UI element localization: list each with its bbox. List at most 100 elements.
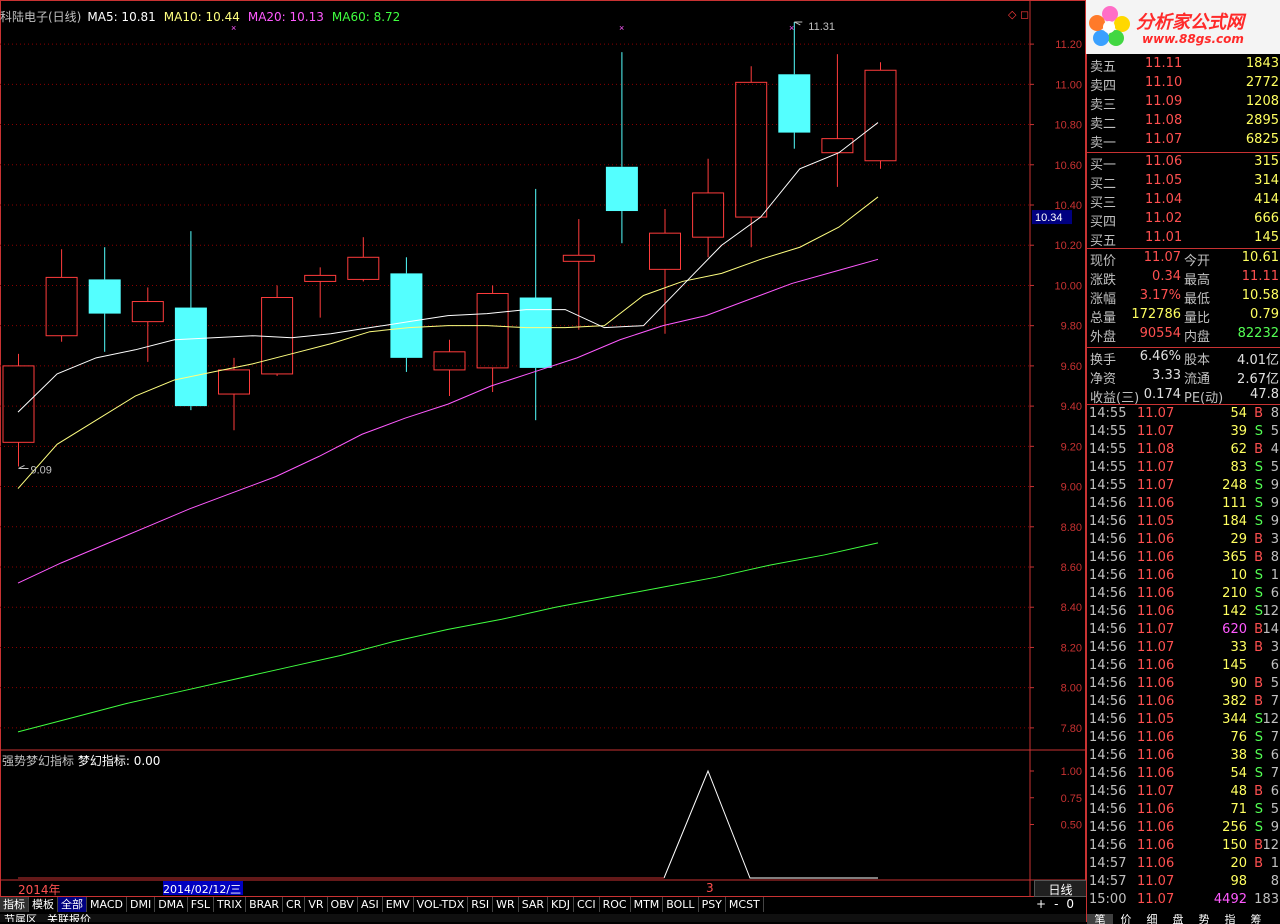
indicator-tab-dma[interactable]: DMA [155, 897, 188, 912]
indicator-tab-sar[interactable]: SAR [518, 897, 549, 912]
tick-row: 14:56 11.06 142 S 12 [1087, 604, 1280, 622]
indicator-tab-全部[interactable]: 全部 [58, 897, 87, 912]
candle-body [218, 369, 250, 395]
year-label: 2014年 [18, 883, 61, 897]
quote-tab[interactable]: 笔 [1087, 914, 1113, 924]
stat-value: 0.34 [1152, 269, 1181, 284]
tick-volume: 111 [1222, 496, 1247, 511]
ask-row: 卖三 11.09 1208 [1087, 94, 1280, 113]
price-tick-label: 10.20 [1054, 240, 1082, 252]
tick-time: 15:00 [1089, 892, 1127, 907]
quote-tabs: 笔价细盘势指筹 [1087, 914, 1280, 924]
ma60-line [17, 542, 879, 733]
indicator-tick-label: 0.75 [1061, 793, 1082, 805]
stat-label-2: 流通 [1184, 372, 1211, 387]
price-tick-label: 9.00 [1061, 482, 1082, 494]
tick-time: 14:55 [1089, 406, 1127, 421]
indicator-tab-kdj[interactable]: KDJ [548, 897, 574, 912]
tick-volume: 83 [1230, 460, 1247, 475]
stat-value-2: 47.8 [1250, 387, 1279, 402]
indicator-title: 强势梦幻指标 [2, 754, 75, 768]
indicator-tab-boll[interactable]: BOLL [663, 897, 699, 912]
indicator-tab-vol-tdx[interactable]: VOL-TDX [413, 897, 469, 912]
candle-body [519, 297, 552, 368]
tick-volume: 54 [1230, 406, 1247, 421]
tick-count: 12 [1262, 604, 1279, 619]
tick-flag: S [1254, 586, 1263, 601]
indicator-tab-指标[interactable]: 指标 [0, 897, 29, 912]
indicator-tab-dmi[interactable]: DMI [126, 897, 156, 912]
indicator-tab-brar[interactable]: BRAR [246, 897, 284, 912]
zoom-reset-button[interactable]: 0 [1066, 897, 1074, 911]
zoom-in-button[interactable]: + [1036, 897, 1046, 911]
quote-price: 11.02 [1145, 211, 1183, 226]
quote-label: 买一 [1090, 158, 1117, 173]
quote-tab[interactable]: 价 [1113, 914, 1139, 924]
tick-time: 14:56 [1089, 676, 1127, 691]
price-chart[interactable]: 11.2011.0010.8010.6010.4010.2010.009.809… [0, 0, 1086, 897]
quote-price: 11.11 [1145, 56, 1183, 71]
tick-time: 14:56 [1089, 784, 1127, 799]
indicator-tab-cci[interactable]: CCI [573, 897, 600, 912]
quote-tab[interactable]: 指 [1217, 914, 1243, 924]
bottom-tab-1[interactable]: 关联报价 [47, 914, 91, 922]
indicator-tab-asi[interactable]: ASI [357, 897, 383, 912]
quote-label: 买三 [1090, 196, 1117, 211]
quote-tab[interactable]: 盘 [1165, 914, 1191, 924]
indicator-tab-roc[interactable]: ROC [599, 897, 631, 912]
indicator-tab-psy[interactable]: PSY [698, 897, 726, 912]
price-tick-label: 11.20 [1055, 39, 1082, 51]
quote-volume: 2895 [1245, 113, 1279, 128]
indicator-tab-vr[interactable]: VR [305, 897, 328, 912]
tick-row: 14:56 11.06 54 S 7 [1087, 766, 1280, 784]
bottom-tab-0[interactable]: 节属区 [4, 914, 37, 922]
candle-body [390, 273, 423, 358]
tick-count: 5 [1270, 424, 1279, 439]
tick-price: 11.06 [1137, 802, 1175, 817]
tick-row: 14:55 11.07 54 B 8 [1087, 406, 1280, 424]
tick-count: 3 [1270, 640, 1279, 655]
tick-count: 14 [1262, 622, 1279, 637]
indicator-header: 强势梦幻指标 梦幻指标: 0.00 [2, 752, 160, 769]
tick-row: 15:00 11.07 4492 183 [1087, 892, 1280, 910]
tick-time: 14:55 [1089, 442, 1127, 457]
indicator-tab-mcst[interactable]: MCST [725, 897, 764, 912]
tick-count: 9 [1270, 496, 1279, 511]
indicator-tab-mtm[interactable]: MTM [630, 897, 664, 912]
tick-time: 14:56 [1089, 712, 1127, 727]
chart-corner-icons[interactable]: ◇ ◻ [1008, 8, 1029, 21]
indicator-tab-macd[interactable]: MACD [87, 897, 127, 912]
quote-tab[interactable]: 筹 [1243, 914, 1269, 924]
price-tick-label: 8.80 [1061, 522, 1082, 534]
tick-row: 14:56 11.06 150 B 12 [1087, 838, 1280, 856]
indicator-tab-emv[interactable]: EMV [382, 897, 414, 912]
ask-row: 卖四 11.10 2772 [1087, 75, 1280, 94]
bid-row: 买二 11.05 314 [1087, 173, 1280, 192]
indicator-tab-fsl[interactable]: FSL [187, 897, 214, 912]
tick-row: 14:56 11.06 76 S 7 [1087, 730, 1280, 748]
ma20-label: MA20: 10.13 [247, 10, 324, 24]
indicator-tab-rsi[interactable]: RSI [468, 897, 494, 912]
stat-value-2: 0.79 [1250, 307, 1279, 322]
tick-count: 12 [1262, 712, 1279, 727]
quote-volume: 314 [1254, 173, 1279, 188]
indicator-tab-cr[interactable]: CR [283, 897, 306, 912]
quote-tab[interactable]: 势 [1191, 914, 1217, 924]
ask-row: 卖二 11.08 2895 [1087, 113, 1280, 132]
indicator-tab-模板[interactable]: 模板 [29, 897, 58, 912]
tick-flag: B [1254, 856, 1263, 871]
indicator-tab-obv[interactable]: OBV [327, 897, 358, 912]
tick-time: 14:56 [1089, 622, 1127, 637]
stat-value-2: 10.58 [1241, 288, 1279, 303]
tick-flag: S [1254, 568, 1263, 583]
indicator-tab-trix[interactable]: TRIX [213, 897, 247, 912]
quote-tab[interactable]: 细 [1139, 914, 1165, 924]
tick-volume: 248 [1222, 478, 1247, 493]
zoom-out-button[interactable]: - [1054, 897, 1058, 911]
tick-price: 11.06 [1137, 532, 1175, 547]
period-button[interactable]: 日线 [1034, 880, 1087, 897]
indicator-tick-label: 0.50 [1061, 820, 1082, 832]
indicator-tab-wr[interactable]: WR [493, 897, 519, 912]
price-tick-label: 7.80 [1061, 723, 1082, 735]
quote-label: 买四 [1090, 215, 1117, 230]
